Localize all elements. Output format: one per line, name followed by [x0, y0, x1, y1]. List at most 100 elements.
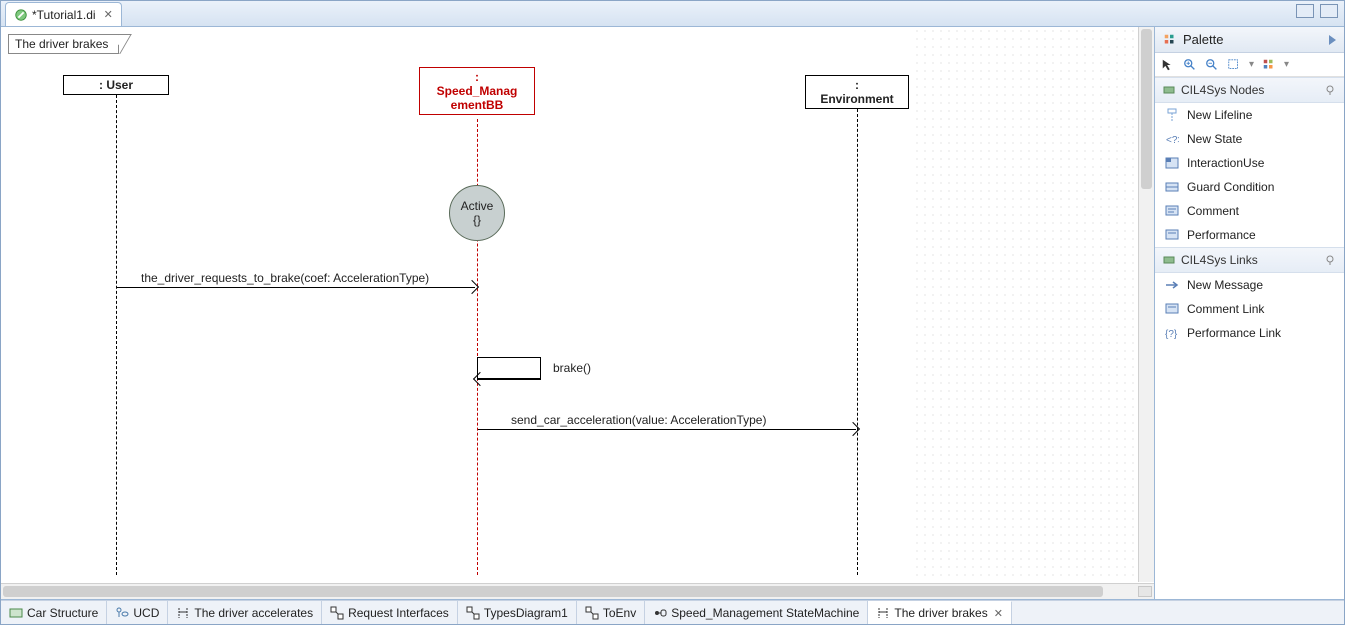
state-invariant-active[interactable]: Active {}	[449, 185, 505, 241]
canvas-wrap: The driver brakes : User : Speed_Manag e…	[1, 27, 1154, 599]
lifeline-head-user[interactable]: : User	[63, 75, 169, 95]
zoom-in-icon[interactable]	[1183, 58, 1197, 72]
sequence-diagram-icon	[876, 606, 890, 620]
drawer-icon	[1163, 84, 1175, 96]
dropdown-caret-icon[interactable]: ▾	[1249, 59, 1254, 70]
palette-item-new-lifeline[interactable]: New Lifeline	[1155, 103, 1344, 127]
lifeline-head-environment[interactable]: : Environment	[805, 75, 909, 109]
palette-item-label: Performance	[1187, 228, 1256, 242]
palette-section-links-title: CIL4Sys Links	[1181, 253, 1258, 267]
vertical-scrollbar[interactable]	[1138, 27, 1154, 582]
scrollbar-right-arrow[interactable]	[1138, 586, 1152, 597]
scrollbar-thumb[interactable]	[3, 586, 1103, 597]
tab-label: TypesDiagram1	[484, 606, 568, 620]
palette-toolbar: ▾ ▾	[1155, 53, 1344, 77]
comment-link-icon	[1165, 302, 1179, 316]
interaction-use-icon	[1165, 156, 1179, 170]
pin-icon[interactable]	[1324, 254, 1336, 266]
palette-nodes-list: New Lifeline <?> New State InteractionUs…	[1155, 103, 1344, 247]
palette-header[interactable]: Palette	[1155, 27, 1344, 53]
lifeline-speed-line1: :	[424, 70, 530, 84]
comment-icon	[1165, 204, 1179, 218]
palette-item-interaction-use[interactable]: InteractionUse	[1155, 151, 1344, 175]
maximize-button[interactable]	[1320, 4, 1338, 18]
tab-request-interfaces[interactable]: Request Interfaces	[322, 601, 458, 625]
lifeline-environment[interactable]	[857, 109, 858, 575]
performance-icon	[1165, 228, 1179, 242]
dropdown-caret-icon[interactable]: ▾	[1284, 59, 1289, 70]
tab-ucd[interactable]: UCD	[107, 601, 168, 625]
palette-item-label: Comment Link	[1187, 302, 1264, 316]
zoom-out-icon[interactable]	[1205, 58, 1219, 72]
message-driver-brake[interactable]	[117, 287, 475, 288]
palette-item-performance-link[interactable]: {?} Performance Link	[1155, 321, 1344, 345]
palette-item-label: New Message	[1187, 278, 1263, 292]
editor-tab-bar: *Tutorial1.di ✕	[1, 1, 1344, 27]
main-area: The driver brakes : User : Speed_Manag e…	[1, 27, 1344, 600]
palette-collapse-icon[interactable]	[1329, 35, 1336, 45]
palette-item-comment-link[interactable]: Comment Link	[1155, 297, 1344, 321]
palette-item-performance[interactable]: Performance	[1155, 223, 1344, 247]
palette-item-label: New Lifeline	[1187, 108, 1252, 122]
palette-title: Palette	[1183, 32, 1223, 47]
tab-speed-management-state-machine[interactable]: Speed_Management StateMachine	[645, 601, 868, 625]
palette-item-new-message[interactable]: New Message	[1155, 273, 1344, 297]
tab-toenv[interactable]: ToEnv	[577, 601, 645, 625]
editor-tab-tutorial1[interactable]: *Tutorial1.di ✕	[5, 2, 122, 26]
palette-item-label: Guard Condition	[1187, 180, 1274, 194]
close-icon[interactable]: ✕	[994, 607, 1003, 620]
scrollbar-thumb[interactable]	[1141, 29, 1152, 189]
palette-item-guard-condition[interactable]: Guard Condition	[1155, 175, 1344, 199]
minimize-button[interactable]	[1296, 4, 1314, 18]
message-brake-label: brake()	[553, 361, 591, 375]
diagram-canvas[interactable]: The driver brakes : User : Speed_Manag e…	[1, 27, 913, 582]
palette-icon	[1163, 33, 1177, 47]
palette-item-label: Comment	[1187, 204, 1239, 218]
frame-label[interactable]: The driver brakes	[8, 34, 119, 54]
tab-label: Request Interfaces	[348, 606, 449, 620]
lifeline-head-speed-mgmt[interactable]: : Speed_Manag ementBB	[419, 67, 535, 115]
message-send-car-accel[interactable]	[478, 429, 856, 430]
palette-item-label: New State	[1187, 132, 1242, 146]
lifeline-speed-line2: Speed_Manag	[424, 84, 530, 98]
tab-label: Speed_Management StateMachine	[671, 606, 859, 620]
tab-driver-accelerates[interactable]: The driver accelerates	[168, 601, 322, 625]
lifeline-env-line1: :	[855, 78, 859, 92]
tab-car-structure[interactable]: Car Structure	[1, 601, 107, 625]
message-arrow-icon	[1165, 278, 1179, 292]
palette-item-comment[interactable]: Comment	[1155, 199, 1344, 223]
class-diagram-icon	[466, 606, 480, 620]
state-name: Active	[461, 199, 494, 213]
lifeline-speed-line3: ementBB	[424, 98, 530, 112]
pin-icon[interactable]	[1324, 84, 1336, 96]
tab-types-diagram1[interactable]: TypesDiagram1	[458, 601, 577, 625]
lifeline-env-line2: Environment	[820, 92, 893, 106]
state-body: {}	[473, 213, 481, 227]
state-icon: <?>	[1165, 132, 1179, 146]
app-window: *Tutorial1.di ✕ The driver brakes : User	[0, 0, 1345, 625]
message-driver-brake-label: the_driver_requests_to_brake(coef: Accel…	[141, 271, 429, 285]
use-case-diagram-icon	[115, 606, 129, 620]
horizontal-scrollbar[interactable]	[1, 583, 1154, 599]
message-send-car-accel-label: send_car_acceleration(value: Acceleratio…	[511, 413, 766, 427]
svg-text:<?>: <?>	[1166, 135, 1179, 146]
palette-section-nodes[interactable]: CIL4Sys Nodes	[1155, 77, 1344, 103]
lifeline-user[interactable]	[116, 95, 117, 575]
palette-item-new-state[interactable]: <?> New State	[1155, 127, 1344, 151]
palette-item-label: InteractionUse	[1187, 156, 1264, 170]
close-icon[interactable]: ✕	[104, 8, 113, 21]
selection-tool-icon[interactable]	[1161, 58, 1175, 72]
marquee-zoom-icon[interactable]	[1227, 58, 1241, 72]
drawer-icon	[1163, 254, 1175, 266]
palette-panel: Palette ▾ ▾ CIL4Sys Nodes	[1154, 27, 1344, 599]
palette-section-links[interactable]: CIL4Sys Links	[1155, 247, 1344, 273]
state-machine-icon	[653, 606, 667, 620]
tab-label: Car Structure	[27, 606, 98, 620]
editor-tab-actions	[1296, 4, 1338, 18]
canvas-scroll: The driver brakes : User : Speed_Manag e…	[1, 27, 1154, 583]
tab-the-driver-brakes[interactable]: The driver brakes ✕	[868, 601, 1012, 625]
grid-tool-icon[interactable]	[1262, 58, 1276, 72]
sequence-diagram-icon	[176, 606, 190, 620]
guard-icon	[1165, 180, 1179, 194]
execution-spec-brake[interactable]	[477, 357, 541, 379]
